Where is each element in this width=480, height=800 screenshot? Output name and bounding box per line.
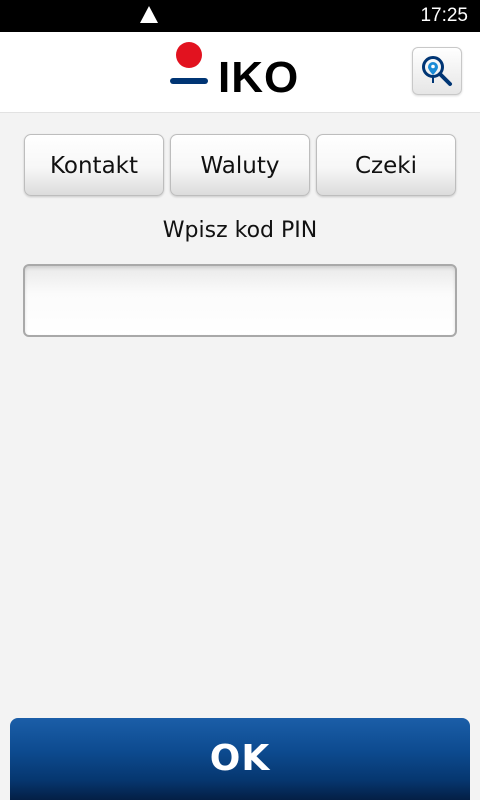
map-search-button[interactable] (412, 47, 462, 95)
logo-text: IKO (218, 53, 300, 102)
map-search-icon (422, 56, 452, 86)
status-clock: 17:25 (420, 5, 468, 26)
tab-czeki[interactable]: Czeki (316, 134, 456, 196)
warning-icon (140, 6, 158, 23)
app-header: IKO (0, 32, 480, 113)
pin-input[interactable] (23, 264, 457, 337)
tab-waluty[interactable]: Waluty (170, 134, 310, 196)
logo-dash (170, 78, 208, 84)
status-bar: 17:25 (0, 0, 480, 32)
pin-label: Wpisz kod PIN (162, 218, 318, 243)
tab-kontakt[interactable]: Kontakt (24, 134, 164, 196)
logo-dot (176, 42, 202, 68)
app-logo: IKO (170, 40, 300, 104)
ok-button[interactable]: OK (10, 718, 470, 800)
